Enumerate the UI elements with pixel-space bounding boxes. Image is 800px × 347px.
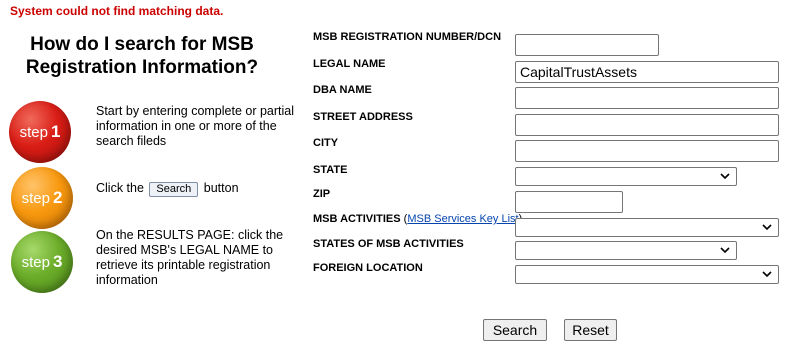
legal-name-label: LEGAL NAME (313, 58, 386, 70)
chevron-down-icon (720, 247, 730, 254)
state-label: STATE (313, 164, 348, 176)
step-1-word: step (19, 123, 48, 141)
msb-activities-label: MSB ACTIVITIES (MSB Services Key List) (313, 213, 522, 225)
step-3-icon: step 3 (11, 231, 73, 293)
chevron-down-icon (720, 173, 730, 180)
dba-name-label: DBA NAME (313, 84, 372, 96)
step-3-word: step (21, 253, 50, 271)
step-2-text-before: Click the (96, 181, 144, 195)
step-2-icon: step 2 (11, 167, 73, 229)
dba-name-input[interactable] (515, 87, 779, 109)
msb-activities-label-text: MSB ACTIVITIES (313, 213, 401, 225)
search-button[interactable]: Search (483, 319, 547, 341)
chevron-down-icon (762, 224, 772, 231)
msb-activities-select[interactable] (515, 218, 779, 237)
step-3-text: On the RESULTS PAGE: click the desired M… (96, 228, 284, 287)
step-2-text: Click the Search button (96, 181, 296, 197)
step-1-icon: step 1 (9, 101, 71, 163)
city-input[interactable] (515, 140, 779, 162)
foreign-location-select[interactable] (515, 265, 779, 284)
states-of-activities-label: STATES OF MSB ACTIVITIES (313, 238, 464, 250)
reset-button[interactable]: Reset (564, 319, 617, 341)
state-select[interactable] (515, 167, 737, 186)
foreign-location-label: FOREIGN LOCATION (313, 262, 423, 274)
step-2-text-after: button (203, 181, 239, 195)
error-message: System could not find matching data. (10, 4, 224, 18)
step-3-number: 3 (52, 252, 63, 271)
city-label: CITY (313, 137, 339, 149)
step-2-search-button-image: Search (149, 182, 199, 197)
registration-number-label: MSB REGISTRATION NUMBER/DCN (313, 31, 502, 43)
zip-input[interactable] (515, 191, 623, 213)
step-1-text: Start by entering complete or partial in… (96, 104, 295, 148)
registration-number-input[interactable] (515, 34, 659, 56)
msb-services-key-list-link[interactable]: MSB Services Key List (407, 213, 518, 225)
step-1-number: 1 (50, 122, 61, 141)
states-of-activities-select[interactable] (515, 241, 737, 260)
street-address-input[interactable] (515, 114, 779, 136)
chevron-down-icon (762, 271, 772, 278)
step-2-number: 2 (52, 188, 63, 207)
zip-label: ZIP (313, 188, 331, 200)
step-2-word: step (21, 189, 50, 207)
street-address-label: STREET ADDRESS (313, 111, 413, 123)
legal-name-input[interactable]: CapitalTrustAssets (515, 61, 779, 83)
page-title: How do I search for MSB Registration Inf… (25, 34, 259, 78)
